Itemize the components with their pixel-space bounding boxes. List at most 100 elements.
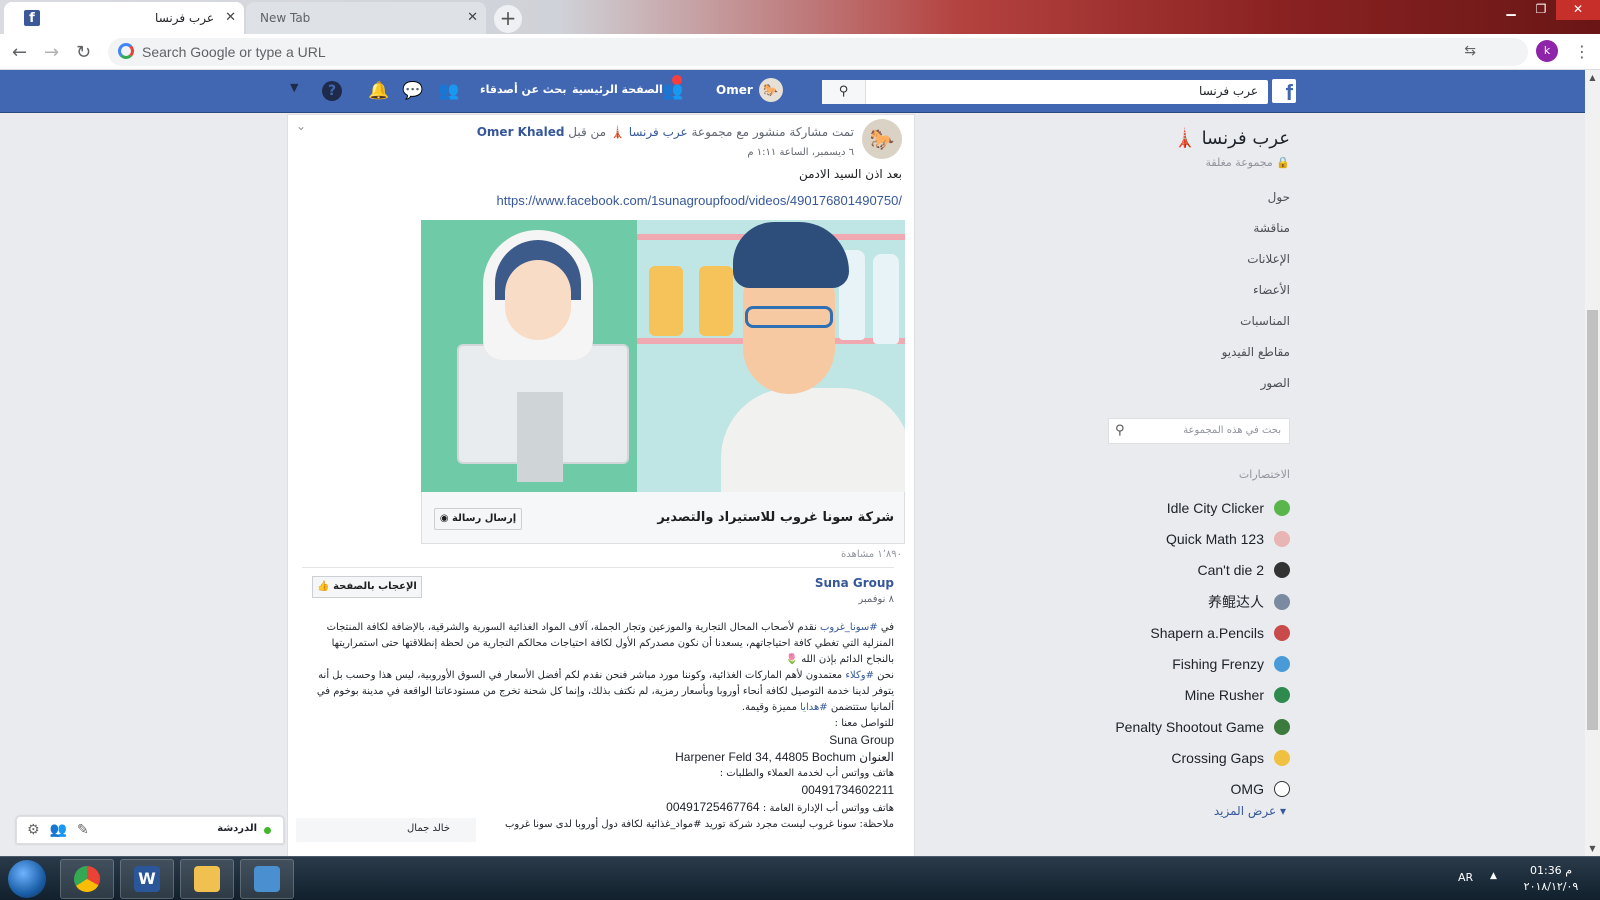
translate-icon[interactable]: ⇆	[1464, 43, 1476, 59]
group-nav-discussion[interactable]: مناقشة	[1222, 221, 1290, 252]
facebook-logo-icon[interactable]: f	[1272, 79, 1296, 103]
tab-facebook[interactable]: f عرب فرنسا ✕	[4, 2, 244, 34]
people-icon[interactable]: 👥	[50, 822, 77, 838]
find-friends-link[interactable]: بحث عن أصدقاء	[480, 83, 567, 96]
menu-dots-icon[interactable]: ⋮	[1574, 42, 1590, 61]
people-icon[interactable]: 👥	[438, 81, 459, 101]
search-icon[interactable]: ⚲	[822, 80, 866, 104]
home-link[interactable]: الصفحة الرئيسية	[572, 83, 663, 96]
video-title[interactable]: شركة سونا غروب للاستيراد والتصدير	[657, 510, 894, 525]
new-tab-button[interactable]: +	[494, 5, 522, 33]
shortcut-item[interactable]: Crossing Gaps	[1115, 742, 1290, 773]
profile-link[interactable]: Omer 🐎	[716, 78, 783, 102]
page-name[interactable]: Suna Group	[815, 576, 894, 590]
shortcut-item[interactable]: Quick Math 123	[1115, 523, 1290, 554]
compose-icon[interactable]: ✎	[77, 822, 99, 838]
tab-close-icon[interactable]: ✕	[225, 10, 236, 25]
chat-bar[interactable]: الدردشة ⚙👥✎	[16, 816, 284, 844]
game-icon	[1274, 593, 1290, 610]
friend-requests-icon[interactable]: 👥	[662, 81, 683, 101]
phone-label: هاتف وواتس أب لخدمة العملاء والطلبات :	[719, 768, 894, 779]
shortcut-item[interactable]: OMG	[1115, 774, 1290, 805]
group-nav-about[interactable]: حول	[1222, 190, 1290, 221]
shortcut-label: Crossing Gaps	[1171, 750, 1264, 767]
group-nav-members[interactable]: الأعضاء	[1222, 283, 1290, 314]
tray-expand-icon[interactable]: ▲	[1490, 871, 1497, 881]
scroll-down-icon[interactable]: ▼	[1585, 841, 1600, 856]
chat-contact[interactable]: خالد جمال	[296, 818, 476, 842]
shortcut-item[interactable]: 养鲲达人	[1115, 586, 1290, 617]
video-monitor-stand	[517, 392, 563, 482]
notifications-bell-icon[interactable]: 🔔	[368, 81, 389, 101]
text: نقدم لأصحاب المحال التجارية والموزعين وت…	[326, 622, 894, 665]
search-icon[interactable]: ⚲	[1115, 423, 1125, 438]
shared-post-body: في #سونا_غروب نقدم لأصحاب المحال التجاري…	[304, 620, 894, 833]
hashtag-link[interactable]: #سونا_غروب	[820, 622, 878, 633]
group-nav-events[interactable]: المناسبات	[1222, 314, 1290, 345]
game-icon	[1274, 562, 1290, 579]
address-bar[interactable]: Search Google or type a URL ⇆	[108, 38, 1528, 66]
post-text: بعد اذن السيد الادمن	[798, 167, 902, 181]
maximize-icon[interactable]: ❐	[1526, 0, 1556, 20]
shared-post: Suna Group ٨ نوفمبر الإعجاب بالصفحة 👍 في…	[302, 567, 894, 856]
taskbar-explorer[interactable]	[180, 859, 234, 899]
like-page-button[interactable]: الإعجاب بالصفحة 👍	[312, 576, 422, 598]
shortcuts-heading: الاختصارات	[1238, 468, 1290, 481]
shortcut-label: Idle City Clicker	[1166, 499, 1264, 516]
minimize-icon[interactable]: ▁	[1496, 0, 1526, 20]
shortcut-item[interactable]: Shapern a.Pencils	[1115, 617, 1290, 648]
hashtag-link[interactable]: #هدايا	[800, 702, 828, 713]
taskbar-chrome[interactable]	[60, 859, 114, 899]
group-link[interactable]: عرب فرنسا 🗼	[610, 125, 688, 139]
messenger-icon[interactable]: 💬	[402, 81, 423, 101]
shared-date[interactable]: ٨ نوفمبر	[858, 594, 894, 605]
text: نحن	[877, 670, 894, 681]
phone-label: هاتف وواتس أب الإدارة العامة :	[762, 803, 894, 814]
post-options-chevron-icon[interactable]: ⌄	[296, 119, 306, 133]
shortcut-item[interactable]: Can't die 2	[1115, 555, 1290, 586]
shortcut-item[interactable]: Mine Rusher	[1115, 680, 1290, 711]
page-scrollbar[interactable]: ▲ ▼	[1585, 70, 1600, 856]
group-nav-videos[interactable]: مقاطع الفيديو	[1222, 345, 1290, 376]
video-player[interactable]	[421, 220, 905, 492]
browser-tab-strip: f عرب فرنسا ✕ New Tab ✕ + ▁ ❐ ✕	[0, 0, 1600, 34]
post-video-link[interactable]: https://www.facebook.com/1sunagroupfood/…	[497, 193, 902, 208]
tab-new-tab[interactable]: New Tab ✕	[246, 2, 486, 34]
close-window-icon[interactable]: ✕	[1556, 0, 1600, 20]
back-arrow-icon[interactable]: ←	[12, 42, 27, 63]
hashtag-link[interactable]: #وكلاء	[845, 670, 874, 681]
show-more-link[interactable]: ▾ عرض المزيد	[1214, 804, 1286, 818]
scroll-up-icon[interactable]: ▲	[1585, 70, 1600, 85]
tab-close-icon[interactable]: ✕	[467, 10, 478, 25]
gear-icon[interactable]: ⚙	[27, 822, 50, 838]
by-text: من قبل	[568, 125, 607, 139]
taskbar-photos[interactable]	[240, 859, 294, 899]
facebook-search-input[interactable]: عرب فرنسا ⚲	[822, 80, 1268, 104]
post-timestamp[interactable]: ٦ ديسمبر، الساعة ١:١١ م	[554, 147, 854, 158]
video-jar	[649, 266, 683, 336]
start-button[interactable]	[8, 860, 46, 898]
chat-label: الدردشة	[217, 823, 257, 834]
scroll-thumb[interactable]	[1587, 310, 1598, 730]
language-indicator[interactable]: AR	[1458, 871, 1473, 884]
shortcut-item[interactable]: Idle City Clicker	[1115, 492, 1290, 523]
forward-arrow-icon[interactable]: →	[44, 42, 59, 63]
shortcut-item[interactable]: Fishing Frenzy	[1115, 648, 1290, 679]
group-search-input[interactable]: بحث في هذه المجموعة ⚲	[1108, 418, 1290, 444]
group-nav-photos[interactable]: الصور	[1222, 376, 1290, 407]
group-title[interactable]: عرب فرنسا 🗼	[1173, 128, 1290, 149]
video-man-glasses	[745, 306, 833, 328]
system-clock[interactable]: 01:36 م ٢٠١٨/١٢/٠٩	[1514, 863, 1588, 895]
reload-icon[interactable]: ↻	[76, 42, 91, 63]
profile-avatar[interactable]: k	[1536, 40, 1558, 62]
shortcut-item[interactable]: Penalty Shootout Game	[1115, 711, 1290, 742]
taskbar-word[interactable]: W	[120, 859, 174, 899]
account-dropdown-icon[interactable]: ▼	[290, 81, 298, 94]
author-name[interactable]: Omer Khaled	[477, 125, 565, 139]
help-icon[interactable]: ?	[322, 81, 342, 101]
group-nav-announcements[interactable]: الإعلانات	[1222, 252, 1290, 283]
shortcuts-list: Idle City Clicker Quick Math 123 Can't d…	[1115, 492, 1290, 805]
post-share-line: تمت مشاركة منشور مع مجموعة عرب فرنسا 🗼 م…	[394, 125, 854, 139]
send-message-button[interactable]: إرسال رسالة ◉	[434, 508, 522, 530]
author-avatar[interactable]: 🐎	[862, 119, 902, 159]
